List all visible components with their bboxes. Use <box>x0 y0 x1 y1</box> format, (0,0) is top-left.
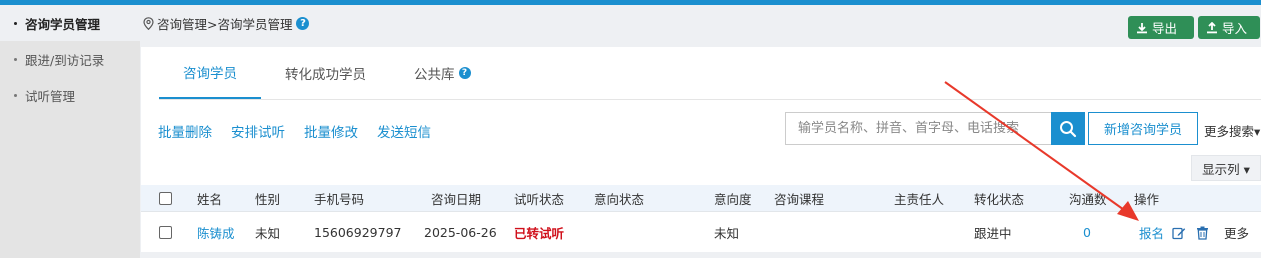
sidebar-item-consult-students[interactable]: 咨询学员管理 <box>0 5 140 41</box>
column-header-owner[interactable]: 主责任人 <box>894 185 944 211</box>
tab-label: 咨询学员 <box>183 66 237 82</box>
enroll-link[interactable]: 报名 <box>1139 213 1164 252</box>
column-header-convert-status[interactable]: 转化状态 <box>974 185 1024 211</box>
import-button[interactable]: 导入 <box>1198 16 1260 39</box>
bullet-icon <box>14 21 17 25</box>
column-header-intent-level[interactable]: 意向度 <box>714 185 752 211</box>
edit-icon[interactable] <box>1172 226 1186 240</box>
main-panel: 咨询学员 转化成功学员 公共库 ? 批量删除 安排试听 批量修改 发送短信 新增… <box>141 47 1261 258</box>
column-header-operations: 操作 <box>1134 191 1160 207</box>
location-pin-icon <box>143 17 154 30</box>
cell-convert-status: 跟进中 <box>974 226 1012 241</box>
cell-phone: 15606929797 <box>314 225 402 240</box>
batch-delete-link[interactable]: 批量删除 <box>158 121 212 141</box>
tab-label: 公共库 <box>414 67 455 83</box>
bottom-strip <box>141 252 1261 258</box>
tab-converted-students[interactable]: 转化成功学员 <box>261 47 390 99</box>
search-button[interactable] <box>1051 112 1085 145</box>
bullet-icon <box>14 57 17 61</box>
breadcrumb: 咨询管理>咨询学员管理 ? <box>143 14 310 33</box>
sidebar-item-label: 试听管理 <box>25 88 76 104</box>
table-header: 姓名 性别 手机号码 咨询日期 试听状态 意向状态 意向度 咨询课程 主责任人 … <box>141 185 1261 212</box>
sidebar-active-pointer <box>132 18 140 34</box>
column-header-gender[interactable]: 性别 <box>255 185 280 211</box>
search-input[interactable] <box>785 112 1051 145</box>
upload-icon <box>1207 21 1217 33</box>
student-name-link[interactable]: 陈铸成 <box>197 213 235 252</box>
more-search-dropdown[interactable]: 更多搜索▾ <box>1204 121 1260 140</box>
batch-actions: 批量删除 安排试听 批量修改 发送短信 <box>158 121 431 141</box>
breadcrumb-text: 咨询管理>咨询学员管理 <box>157 17 293 32</box>
cell-gender: 未知 <box>255 226 281 241</box>
export-button[interactable]: 导出 <box>1128 16 1194 39</box>
sidebar-item-followup-records[interactable]: 跟进/到访记录 <box>0 41 140 77</box>
tab-bar: 咨询学员 转化成功学员 公共库 ? <box>159 47 495 99</box>
tab-public-pool[interactable]: 公共库 ? <box>390 47 495 99</box>
help-icon[interactable]: ? <box>458 67 471 79</box>
contacts-count-link[interactable]: 0 <box>1083 213 1091 252</box>
help-icon[interactable]: ? <box>296 17 310 30</box>
search-icon <box>1060 120 1077 137</box>
column-header-phone[interactable]: 手机号码 <box>314 185 364 211</box>
top-accent-bar <box>0 0 1261 5</box>
send-sms-link[interactable]: 发送短信 <box>377 121 431 141</box>
bullet-icon <box>14 93 17 97</box>
column-header-course[interactable]: 咨询课程 <box>774 185 824 211</box>
sidebar-item-label: 咨询学员管理 <box>25 16 101 32</box>
more-ops-link[interactable]: 更多 <box>1224 213 1249 252</box>
column-header-contacts[interactable]: 沟通数 <box>1069 185 1107 211</box>
sidebar: 咨询学员管理 跟进/到访记录 试听管理 <box>0 5 140 258</box>
download-icon <box>1137 22 1147 33</box>
export-label: 导出 <box>1152 21 1178 36</box>
column-header-name[interactable]: 姓名 <box>197 185 222 211</box>
tab-label: 转化成功学员 <box>285 67 366 83</box>
tab-consult-students[interactable]: 咨询学员 <box>159 47 261 99</box>
cell-intent-level: 未知 <box>714 226 740 241</box>
import-label: 导入 <box>1222 21 1248 36</box>
column-header-trial-status[interactable]: 试听状态 <box>514 185 564 211</box>
add-consult-student-button[interactable]: 新增咨询学员 <box>1088 112 1198 145</box>
column-header-intent-status[interactable]: 意向状态 <box>594 185 644 211</box>
row-checkbox[interactable] <box>159 226 172 239</box>
schedule-trial-link[interactable]: 安排试听 <box>231 121 285 141</box>
trash-icon[interactable] <box>1196 226 1209 240</box>
sidebar-item-trial-management[interactable]: 试听管理 <box>0 77 140 113</box>
tab-divider <box>159 99 1261 100</box>
cell-trial-status: 已转试听 <box>514 226 565 241</box>
table-row: 陈铸成 未知 15606929797 2025-06-26 已转试听 未知 跟进… <box>141 213 1261 253</box>
sidebar-item-label: 跟进/到访记录 <box>25 52 105 68</box>
batch-edit-link[interactable]: 批量修改 <box>304 121 358 141</box>
show-columns-dropdown[interactable]: 显示列 ▾ <box>1191 155 1261 181</box>
cell-date: 2025-06-26 <box>424 225 497 240</box>
column-header-date[interactable]: 咨询日期 <box>431 185 481 211</box>
select-all-checkbox[interactable] <box>159 191 172 205</box>
